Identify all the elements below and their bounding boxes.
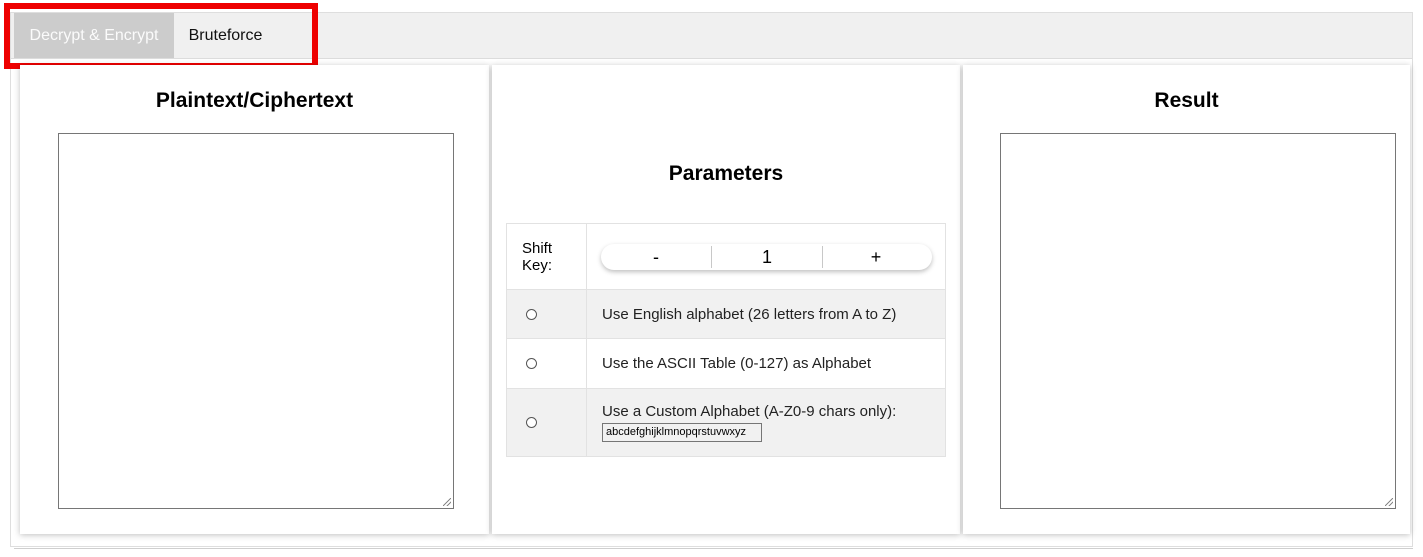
- input-panel: Plaintext/Ciphertext: [20, 65, 489, 534]
- resize-grip-icon[interactable]: [443, 498, 451, 506]
- tab-decrypt-encrypt[interactable]: Decrypt & Encrypt: [14, 13, 174, 58]
- shift-key-value[interactable]: 1: [711, 245, 823, 268]
- result-textarea[interactable]: [1000, 133, 1396, 509]
- parameters-title: Parameters: [668, 162, 784, 185]
- plaintext-ciphertext-textarea[interactable]: [58, 133, 454, 509]
- input-panel-title: Plaintext/Ciphertext: [155, 89, 354, 112]
- parameters-table: Shift Key: - 1 + Use English alphabet (2…: [506, 223, 946, 457]
- shift-key-label: Shift Key:: [522, 239, 553, 274]
- option-row-english: Use English alphabet (26 letters from A …: [506, 289, 946, 339]
- shift-key-stepper: - 1 +: [601, 243, 932, 270]
- radio-english[interactable]: [526, 308, 537, 320]
- decrement-button[interactable]: -: [601, 244, 711, 270]
- option-row-custom: Use a Custom Alphabet (A-Z0-9 chars only…: [506, 388, 946, 457]
- option-english-label: Use English alphabet (26 letters from A …: [602, 305, 897, 323]
- radio-custom[interactable]: [526, 417, 537, 428]
- result-panel-title: Result: [1154, 89, 1219, 112]
- increment-button[interactable]: +: [821, 244, 931, 270]
- shift-key-row: Shift Key: - 1 +: [506, 223, 946, 290]
- custom-alphabet-input[interactable]: abcdefghijklmnopqrstuvwxyz: [602, 423, 762, 442]
- result-panel: Result: [963, 65, 1410, 534]
- option-ascii-label: Use the ASCII Table (0-127) as Alphabet: [602, 355, 872, 372]
- radio-ascii[interactable]: [526, 358, 537, 369]
- option-custom-label: Use a Custom Alphabet (A-Z0-9 chars only…: [602, 403, 897, 420]
- parameters-panel: Parameters Shift Key: - 1 + Use English …: [492, 65, 960, 534]
- option-row-ascii: Use the ASCII Table (0-127) as Alphabet: [506, 338, 946, 389]
- resize-grip-icon[interactable]: [1385, 498, 1393, 506]
- tab-bar: Decrypt & Encrypt Bruteforce: [11, 13, 1412, 59]
- divider: [14, 548, 1413, 549]
- tab-bruteforce[interactable]: Bruteforce: [174, 13, 277, 58]
